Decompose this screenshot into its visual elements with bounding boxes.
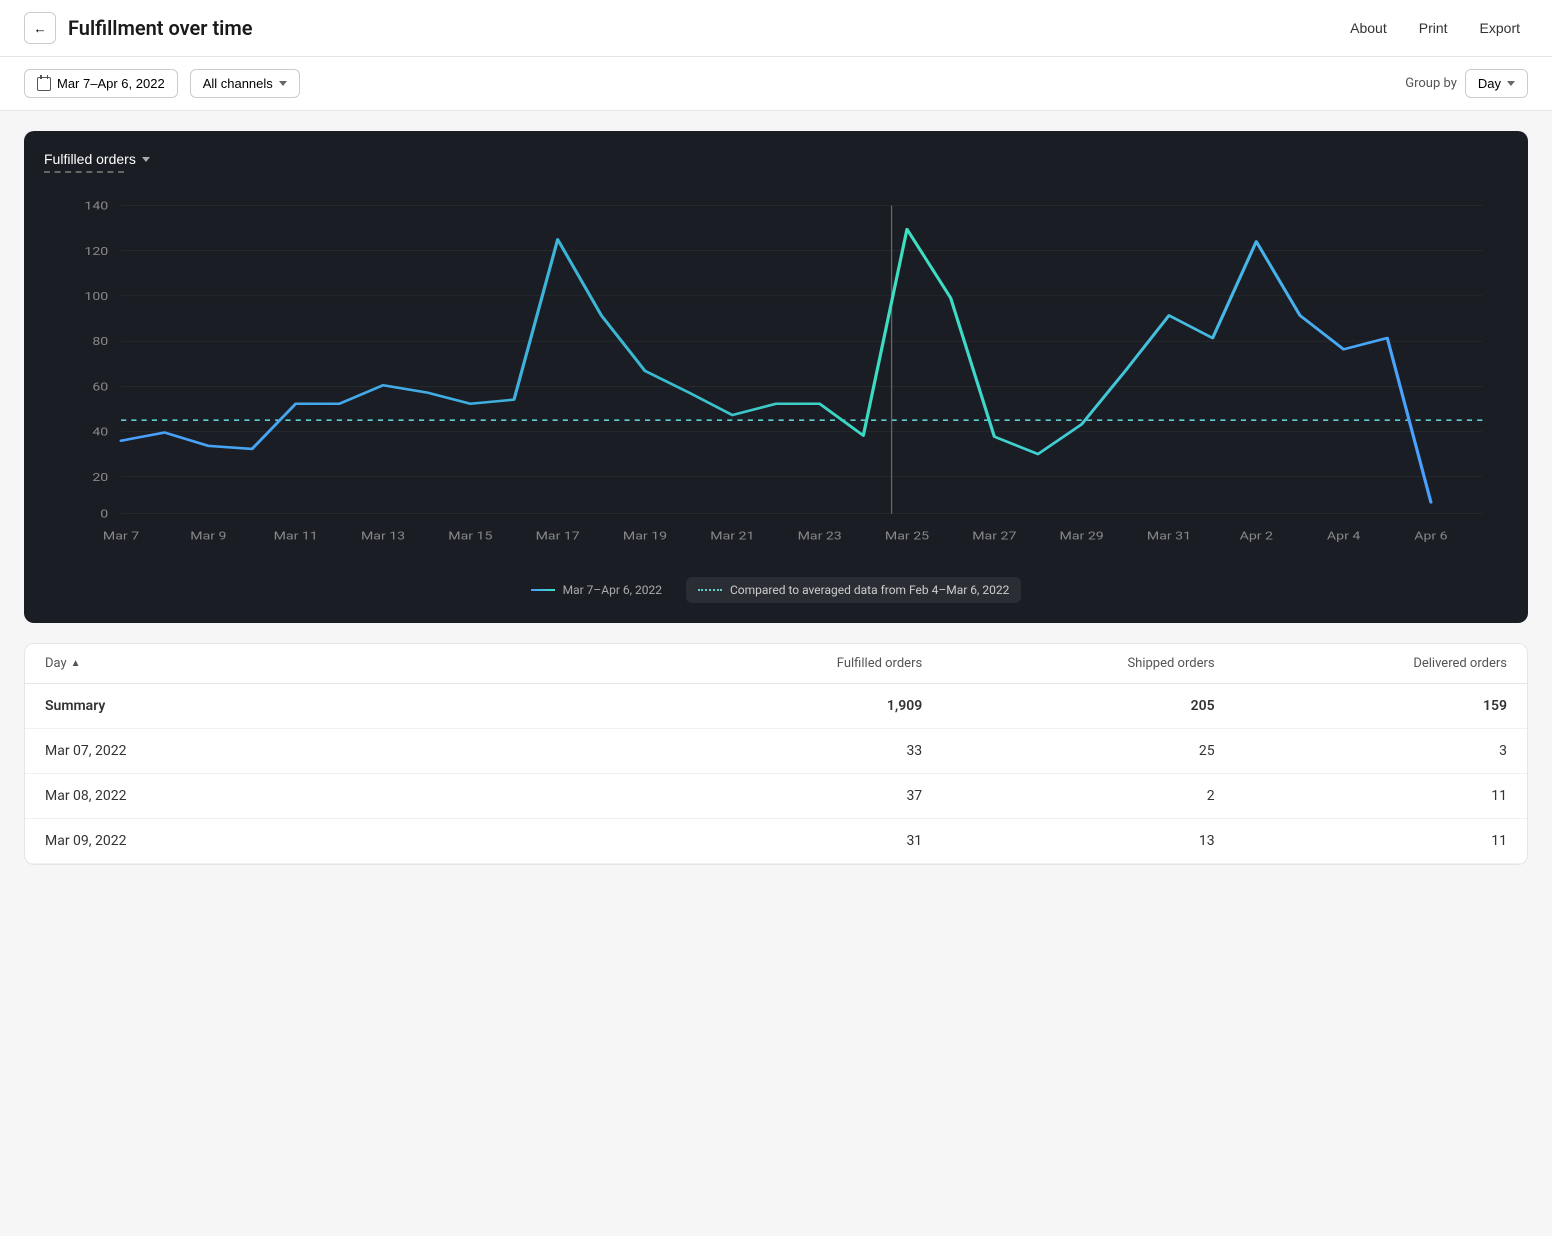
row-fulfilled: 31 bbox=[630, 833, 922, 849]
header-actions: About Print Export bbox=[1342, 16, 1528, 40]
summary-label: Summary bbox=[45, 698, 630, 714]
row-delivered: 3 bbox=[1215, 743, 1507, 759]
legend-current-line bbox=[531, 589, 555, 591]
row-shipped: 25 bbox=[922, 743, 1214, 759]
toolbar: Mar 7–Apr 6, 2022 All channels Group by … bbox=[0, 57, 1552, 111]
group-by-section: Group by Day bbox=[1405, 69, 1528, 98]
svg-text:Mar 27: Mar 27 bbox=[972, 530, 1016, 543]
svg-text:Mar 7: Mar 7 bbox=[103, 530, 139, 543]
page-header: ← Fulfillment over time About Print Expo… bbox=[0, 0, 1552, 57]
svg-text:Mar 17: Mar 17 bbox=[536, 530, 580, 543]
sort-asc-icon: ▲ bbox=[71, 658, 81, 669]
summary-delivered: 159 bbox=[1215, 698, 1507, 714]
calendar-icon bbox=[37, 77, 51, 91]
back-button[interactable]: ← bbox=[24, 12, 56, 44]
legend-compared-label: Compared to averaged data from Feb 4–Mar… bbox=[730, 583, 1009, 597]
col-day-label: Day bbox=[45, 656, 67, 671]
svg-text:20: 20 bbox=[92, 471, 108, 484]
legend-compared-line bbox=[698, 589, 722, 591]
svg-text:40: 40 bbox=[92, 426, 108, 439]
svg-text:140: 140 bbox=[84, 200, 108, 213]
svg-text:Mar 21: Mar 21 bbox=[710, 530, 754, 543]
row-day: Mar 08, 2022 bbox=[45, 788, 630, 804]
row-day: Mar 09, 2022 bbox=[45, 833, 630, 849]
row-shipped: 2 bbox=[922, 788, 1214, 804]
chevron-down-icon bbox=[1507, 81, 1515, 86]
summary-row: Summary 1,909 205 159 bbox=[25, 684, 1527, 729]
group-by-select[interactable]: Day bbox=[1465, 69, 1528, 98]
channel-button[interactable]: All channels bbox=[190, 69, 300, 98]
date-range-label: Mar 7–Apr 6, 2022 bbox=[57, 76, 165, 91]
main-chart-line bbox=[121, 229, 1431, 502]
col-header-fulfilled[interactable]: Fulfilled orders bbox=[630, 656, 922, 671]
chart-container: Fulfilled orders 140 120 100 80 bbox=[24, 131, 1528, 623]
svg-text:Apr 6: Apr 6 bbox=[1414, 530, 1447, 543]
col-header-delivered[interactable]: Delivered orders bbox=[1215, 656, 1507, 671]
group-by-value: Day bbox=[1478, 76, 1501, 91]
chevron-down-icon bbox=[142, 157, 150, 162]
chart-legend-dashed-line bbox=[44, 171, 124, 173]
legend-compared: Compared to averaged data from Feb 4–Mar… bbox=[686, 577, 1021, 603]
svg-text:120: 120 bbox=[84, 245, 108, 258]
chart-title-button[interactable]: Fulfilled orders bbox=[44, 151, 150, 167]
svg-text:0: 0 bbox=[100, 508, 108, 521]
legend-current: Mar 7–Apr 6, 2022 bbox=[531, 583, 662, 597]
table-row: Mar 09, 2022 31 13 11 bbox=[25, 819, 1527, 864]
svg-text:60: 60 bbox=[92, 381, 108, 394]
svg-text:Mar 25: Mar 25 bbox=[885, 530, 929, 543]
col-header-day[interactable]: Day ▲ bbox=[45, 656, 630, 671]
table-row: Mar 08, 2022 37 2 11 bbox=[25, 774, 1527, 819]
legend-current-label: Mar 7–Apr 6, 2022 bbox=[563, 583, 662, 597]
chart-svg: 140 120 100 80 60 40 20 0 bbox=[44, 185, 1508, 565]
svg-text:Mar 11: Mar 11 bbox=[274, 530, 318, 543]
svg-text:Apr 4: Apr 4 bbox=[1327, 530, 1360, 543]
row-day: Mar 07, 2022 bbox=[45, 743, 630, 759]
page-title: Fulfillment over time bbox=[68, 16, 1342, 40]
channel-label: All channels bbox=[203, 76, 273, 91]
date-range-button[interactable]: Mar 7–Apr 6, 2022 bbox=[24, 69, 178, 98]
svg-text:Mar 13: Mar 13 bbox=[361, 530, 405, 543]
main-content: Fulfilled orders 140 120 100 80 bbox=[0, 111, 1552, 885]
chart-title-label: Fulfilled orders bbox=[44, 151, 136, 167]
group-by-label: Group by bbox=[1405, 76, 1457, 91]
svg-text:Mar 15: Mar 15 bbox=[448, 530, 492, 543]
row-delivered: 11 bbox=[1215, 833, 1507, 849]
svg-text:100: 100 bbox=[84, 290, 108, 303]
table-section: Day ▲ Fulfilled orders Shipped orders De… bbox=[24, 643, 1528, 865]
summary-shipped: 205 bbox=[922, 698, 1214, 714]
export-button[interactable]: Export bbox=[1472, 16, 1528, 40]
svg-text:Mar 23: Mar 23 bbox=[798, 530, 842, 543]
chart-header: Fulfilled orders bbox=[44, 151, 1508, 173]
table-header: Day ▲ Fulfilled orders Shipped orders De… bbox=[25, 644, 1527, 684]
print-button[interactable]: Print bbox=[1411, 16, 1456, 40]
svg-text:Apr 2: Apr 2 bbox=[1240, 530, 1273, 543]
svg-text:80: 80 bbox=[92, 336, 108, 349]
table-row: Mar 07, 2022 33 25 3 bbox=[25, 729, 1527, 774]
chevron-down-icon bbox=[279, 81, 287, 86]
back-icon: ← bbox=[33, 21, 46, 36]
about-button[interactable]: About bbox=[1342, 16, 1395, 40]
col-header-shipped[interactable]: Shipped orders bbox=[922, 656, 1214, 671]
svg-text:Mar 9: Mar 9 bbox=[190, 530, 226, 543]
chart-area: 140 120 100 80 60 40 20 0 bbox=[44, 185, 1508, 565]
svg-text:Mar 29: Mar 29 bbox=[1060, 530, 1104, 543]
row-fulfilled: 37 bbox=[630, 788, 922, 804]
summary-fulfilled: 1,909 bbox=[630, 698, 922, 714]
row-shipped: 13 bbox=[922, 833, 1214, 849]
svg-text:Mar 31: Mar 31 bbox=[1147, 530, 1191, 543]
svg-text:Mar 19: Mar 19 bbox=[623, 530, 667, 543]
row-fulfilled: 33 bbox=[630, 743, 922, 759]
row-delivered: 11 bbox=[1215, 788, 1507, 804]
chart-legend: Mar 7–Apr 6, 2022 Compared to averaged d… bbox=[44, 577, 1508, 603]
